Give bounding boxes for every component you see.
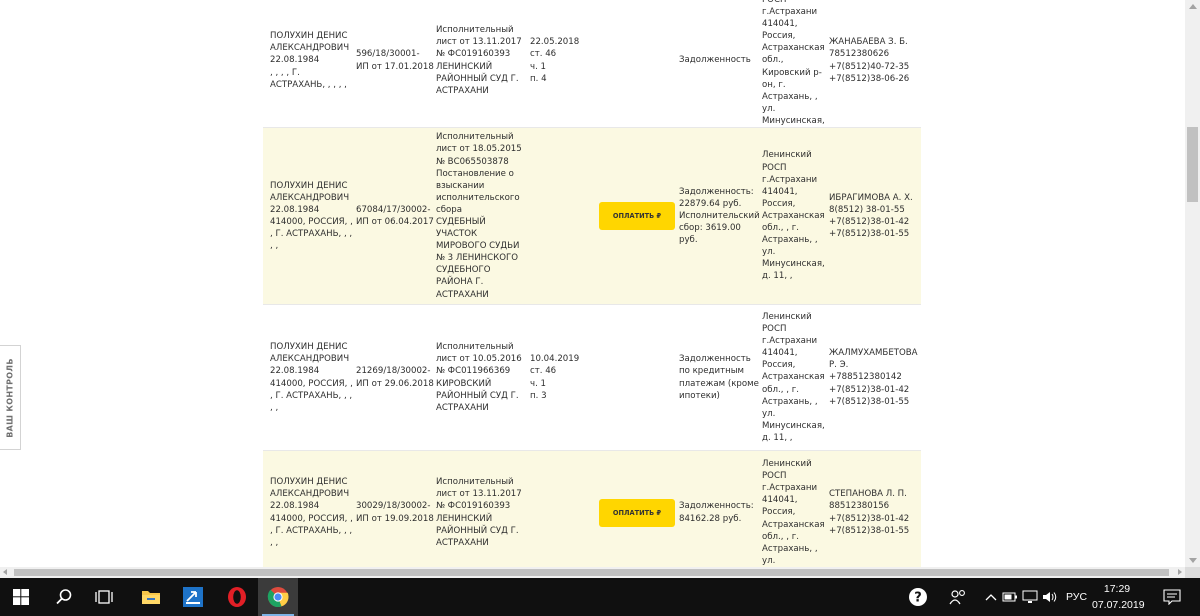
department-cell-text: Ленинский РОСП г.Астрахани 414041, Росси… [762,459,825,566]
debtor-cell: ПОЛУХИН ДЕНИС АЛЕКСАНДРОВИЧ 22.08.1984 4… [270,451,360,567]
end-reason-cell-text: 22.05.2018 ст. 46 ч. 1 п. 4 [530,37,580,84]
department-cell-text: Ленинский РОСП г.Астрахани 414041, Росси… [762,0,825,138]
subject-cell-text: Задолженность по кредитным платежам (кро… [679,354,759,401]
pay-button[interactable]: ОПЛАТИТЬ ₽ [599,202,675,230]
pay-button[interactable]: ОПЛАТИТЬ ₽ [599,498,675,527]
debtor-cell-text: ПОЛУХИН ДЕНИС АЛЕКСАНДРОВИЧ 22.08.1984 ,… [270,31,350,90]
network-icon[interactable] [1021,578,1039,616]
bailiff-cell-text: ЖАЛМУХАМБЕТОВА Р. Э. +788512380142 +7(85… [829,348,918,407]
task-view-icon[interactable] [84,578,124,616]
file-explorer-icon[interactable] [131,578,171,616]
bailiff-cell: ЖАНАБАЕВА З. Б. 78512380626 +7(8512)40-7… [829,0,923,127]
department-cell: Ленинский РОСП г.Астрахани 414041, Росси… [762,451,830,567]
end-reason-cell [530,451,590,567]
subject-cell: Задолженность [679,0,759,127]
proceeding-cell-text: 30029/18/30002- ИП от 19.09.2018 [356,501,434,524]
svg-text:?: ? [914,591,922,606]
subject-cell: Задолженность: 22879.64 руб. Исполнитель… [679,128,760,304]
bailiff-cell-text: СТЕПАНОВА Л. П. 88512380156 +7(8512)38-0… [829,489,910,536]
horizontal-scroll-thumb[interactable] [14,569,1169,576]
chevron-up-icon[interactable] [983,578,999,616]
debtor-cell-text: ПОЛУХИН ДЕНИС АЛЕКСАНДРОВИЧ 22.08.1984 4… [270,477,353,548]
department-cell-text: Ленинский РОСП г.Астрахани 414041, Росси… [762,311,825,443]
proceeding-cell: 21269/18/30002- ИП от 29.06.2018 [356,305,438,450]
proceeding-cell-text: 21269/18/30002- ИП от 29.06.2018 [356,366,434,389]
side-tab-label: ВАШ КОНТРОЛЬ [5,357,15,438]
table-row: ПОЛУХИН ДЕНИС АЛЕКСАНДРОВИЧ 22.08.1984 ,… [263,0,923,138]
scroll-up-arrow-icon[interactable] [1189,4,1197,9]
speaker-icon[interactable] [1041,578,1059,616]
chrome-browser-icon[interactable] [258,578,298,616]
debtor-cell: ПОЛУХИН ДЕНИС АЛЕКСАНДРОВИЧ 22.08.1984 4… [270,128,360,304]
pay-cell [598,305,676,450]
debtor-cell: ПОЛУХИН ДЕНИС АЛЕКСАНДРОВИЧ 22.08.1984 4… [270,305,360,450]
department-cell-text: Ленинский РОСП г.Астрахани 414041, Росси… [762,150,825,282]
document-cell: Исполнительный лист от 13.11.2017 № ФС01… [436,0,528,127]
table-row: ПОЛУХИН ДЕНИС АЛЕКСАНДРОВИЧ 22.08.1984 4… [263,304,921,450]
vertical-scrollbar[interactable] [1185,0,1200,567]
proceeding-cell-text: 67084/17/30002- ИП от 06.04.2017 [356,204,434,227]
proceeding-cell: 596/18/30001- ИП от 17.01.2018 [356,0,438,127]
clock-date: 07.07.2019 [1092,599,1145,611]
bailiff-cell: СТЕПАНОВА Л. П. 88512380156 +7(8512)38-0… [829,451,923,567]
proceeding-cell: 30029/18/30002- ИП от 19.09.2018 [356,451,438,567]
document-cell: Исполнительный лист от 10.05.2016 № ФС01… [436,305,528,450]
debtor-cell-text: ПОЛУХИН ДЕНИС АЛЕКСАНДРОВИЧ 22.08.1984 4… [270,180,353,252]
notifications-icon[interactable] [1157,578,1187,616]
end-reason-cell: 10.04.2019 ст. 46 ч. 1 п. 3 [530,305,590,450]
bailiff-cell-text: ЖАНАБАЕВА З. Б. 78512380626 +7(8512)40-7… [829,37,910,84]
document-cell-text: Исполнительный лист от 13.11.2017 № ФС01… [436,25,522,96]
department-cell: Ленинский РОСП г.Астрахани 414041, Росси… [762,128,830,304]
bailiff-cell: ИБРАГИМОВА А. Х. 8(8512) 38-01-55 +7(851… [829,128,923,304]
end-reason-cell: 22.05.2018 ст. 46 ч. 1 п. 4 [530,0,590,127]
browser-viewport: ВАШ КОНТРОЛЬ ПОЛУХИН ДЕНИС АЛЕКСАНДРОВИЧ… [0,0,1185,567]
end-reason-cell [530,128,590,304]
system-clock[interactable]: 17:29 07.07.2019 [1092,581,1145,613]
subject-cell-text: Задолженность [679,55,751,66]
pay-cell [598,0,676,127]
document-cell: Исполнительный лист от 13.11.2017 № ФС01… [436,451,528,567]
upload-app-icon[interactable] [173,578,213,616]
windows-taskbar: ? РУС 17:29 07.07.2019 [0,578,1200,616]
opera-browser-icon[interactable] [217,578,257,616]
debtor-cell: ПОЛУХИН ДЕНИС АЛЕКСАНДРОВИЧ 22.08.1984 ,… [270,0,360,127]
subject-cell: Задолженность: 84162.28 руб. [679,451,759,567]
document-cell-text: Исполнительный лист от 18.05.2015 № ВС06… [436,132,522,300]
document-cell-text: Исполнительный лист от 13.11.2017 № ФС01… [436,477,522,548]
people-icon[interactable] [945,578,971,616]
proceeding-cell-text: 596/18/30001- ИП от 17.01.2018 [356,49,434,72]
vertical-scroll-thumb[interactable] [1187,127,1198,202]
proceedings-table: ПОЛУХИН ДЕНИС АЛЕКСАНДРОВИЧ 22.08.1984 ,… [263,0,921,567]
scroll-right-arrow-icon[interactable] [1178,569,1182,575]
search-icon[interactable] [44,578,84,616]
end-reason-cell-text: 10.04.2019 ст. 46 ч. 1 п. 3 [530,354,580,401]
windows-start-icon[interactable] [0,578,42,616]
input-language-indicator[interactable]: РУС [1066,578,1087,616]
document-cell: Исполнительный лист от 18.05.2015 № ВС06… [436,128,528,304]
table-row: ПОЛУХИН ДЕНИС АЛЕКСАНДРОВИЧ 22.08.1984 4… [263,127,921,304]
department-cell: Ленинский РОСП г.Астрахани 414041, Росси… [762,0,830,138]
subject-cell: Задолженность по кредитным платежам (кро… [679,305,759,450]
table-row: ПОЛУХИН ДЕНИС АЛЕКСАНДРОВИЧ 22.08.1984 4… [263,450,921,567]
clock-time: 17:29 [1103,583,1131,595]
proceeding-cell: 67084/17/30002- ИП от 06.04.2017 [356,128,438,304]
help-icon[interactable]: ? [903,578,933,616]
scrollbar-corner [1185,567,1200,578]
scroll-left-arrow-icon[interactable] [3,569,7,575]
bailiff-cell-text: ИБРАГИМОВА А. Х. 8(8512) 38-01-55 +7(851… [829,192,913,240]
your-control-side-tab[interactable]: ВАШ КОНТРОЛЬ [0,345,21,450]
bailiff-cell: ЖАЛМУХАМБЕТОВА Р. Э. +788512380142 +7(85… [829,305,923,450]
pay-cell: ОПЛАТИТЬ ₽ [598,451,676,567]
debtor-cell-text: ПОЛУХИН ДЕНИС АЛЕКСАНДРОВИЧ 22.08.1984 4… [270,342,353,413]
department-cell: Ленинский РОСП г.Астрахани 414041, Росси… [762,305,830,450]
horizontal-scrollbar[interactable] [0,567,1185,578]
battery-icon[interactable] [1001,578,1019,616]
document-cell-text: Исполнительный лист от 10.05.2016 № ФС01… [436,342,522,413]
subject-cell-text: Задолженность: 22879.64 руб. Исполнитель… [679,186,760,246]
scroll-down-arrow-icon[interactable] [1189,558,1197,563]
pay-cell: ОПЛАТИТЬ ₽ [598,128,676,304]
subject-cell-text: Задолженность: 84162.28 руб. [679,501,754,524]
